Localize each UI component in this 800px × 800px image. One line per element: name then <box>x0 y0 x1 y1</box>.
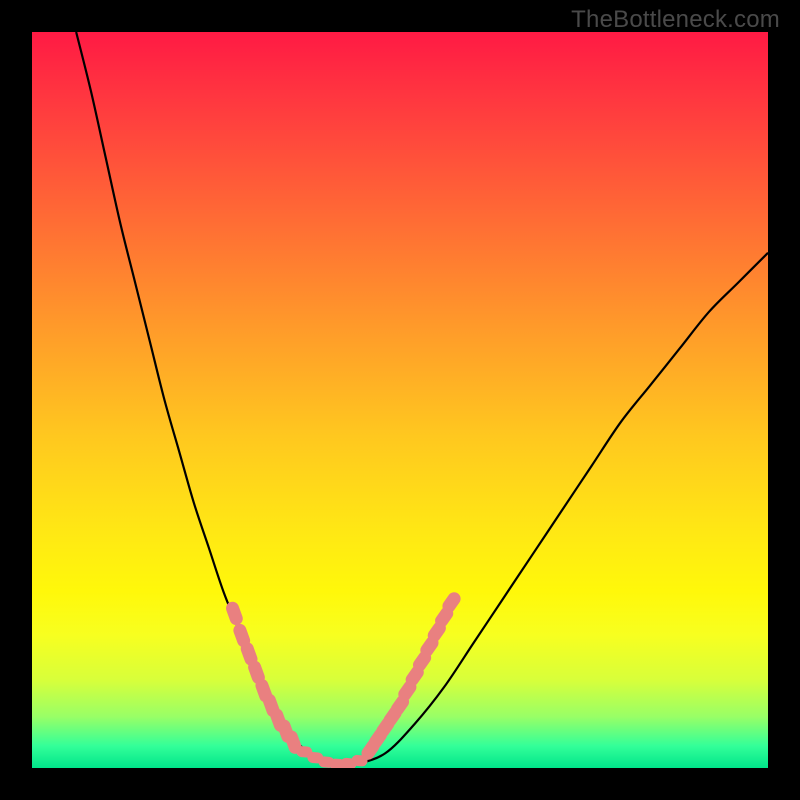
chart-plot-area <box>32 32 768 768</box>
bottleneck-curve-svg <box>32 32 768 768</box>
curve-markers <box>224 590 463 768</box>
watermark-text: TheBottleneck.com <box>571 6 780 34</box>
